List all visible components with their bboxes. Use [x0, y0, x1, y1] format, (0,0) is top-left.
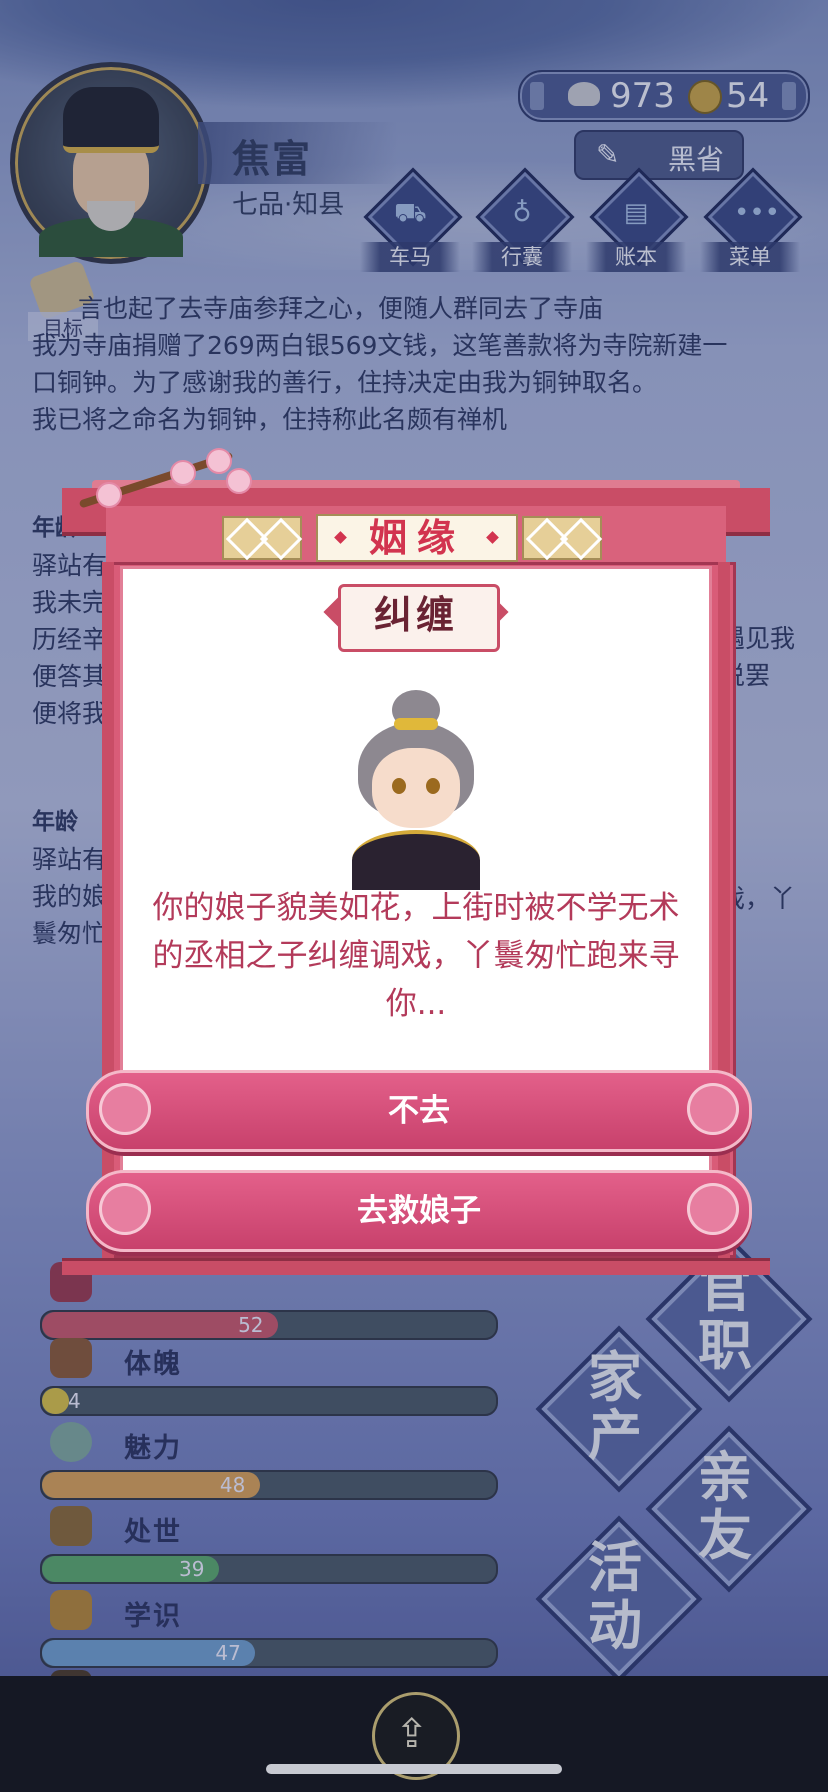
marriage-event-modal: 姻缘 纠缠 你的娘子貌美如花，上街时被不学无术的丞相之子纠缠调戏，丫鬟匆忙跑来寻…	[62, 458, 770, 1275]
choice-decline-button[interactable]: 不去	[86, 1070, 752, 1152]
button-ornament	[99, 1083, 151, 1135]
hair-ornament	[394, 718, 438, 730]
eye	[426, 778, 440, 794]
wife-portrait	[352, 690, 480, 890]
event-story: 你的娘子貌美如花，上街时被不学无术的丞相之子纠缠调戏，丫鬟匆忙跑来寻你...	[152, 890, 680, 1022]
modal-base	[62, 1258, 770, 1275]
choice-label: 不去	[388, 1093, 450, 1129]
title-decoration	[522, 516, 603, 561]
choice-label: 去救娘子	[357, 1193, 481, 1229]
wife-face	[372, 748, 460, 828]
title-decoration	[222, 516, 303, 561]
plum-blossom-decoration	[66, 446, 252, 509]
subtitle-text: 纠缠	[373, 593, 458, 637]
event-subtitle: 纠缠	[323, 584, 509, 652]
modal-title-box: 姻缘	[316, 514, 518, 562]
button-ornament	[99, 1183, 151, 1235]
eye	[392, 778, 406, 794]
blossom	[206, 448, 232, 474]
modal-post	[102, 562, 114, 1262]
button-ornament	[687, 1083, 739, 1135]
game-screen: 焦富 七品·知县 973 54 ✎ 黑省 ⛟ 车马 ♁ 行囊 ▤ 账本 ••• …	[0, 0, 828, 1792]
button-ornament	[687, 1183, 739, 1235]
choice-rescue-button[interactable]: 去救娘子	[86, 1170, 752, 1252]
blossom	[96, 482, 122, 508]
blossom	[226, 468, 252, 494]
wife-robe	[352, 830, 480, 890]
modal-post	[718, 562, 730, 1262]
blossom	[170, 460, 196, 486]
